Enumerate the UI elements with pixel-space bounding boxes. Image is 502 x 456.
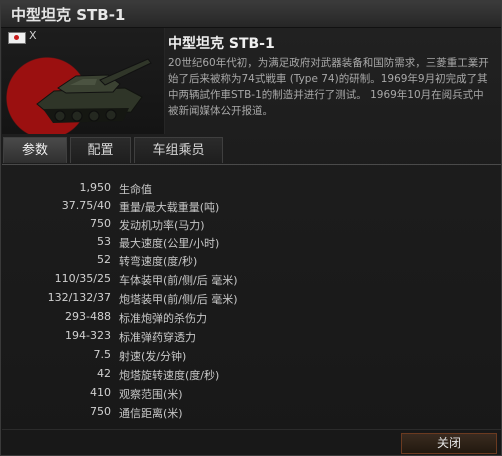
stat-row: 194-323 标准弹药穿透力 (2, 327, 501, 346)
close-button[interactable]: 关闭 (401, 433, 497, 454)
stat-value: 52 (97, 253, 111, 266)
stat-label: 发动机功率(马力) (119, 219, 205, 232)
stat-label: 观察范围(米) (119, 388, 183, 401)
stats-list: 1,950 生命值 37.75/40 重量/最大载重量(吨) 750 发动机功率… (2, 165, 501, 427)
stat-value: 7.5 (93, 348, 112, 361)
stat-row: 110/35/25 车体装甲(前/侧/后 毫米) (2, 270, 501, 289)
stat-label: 射速(发/分钟) (119, 350, 187, 363)
window-title: 中型坦克 STB-1 (11, 6, 126, 24)
stat-value: 293-488 (65, 310, 111, 323)
stat-value: 132/132/37 (47, 291, 111, 304)
stat-label: 最大速度(公里/小时) (119, 237, 220, 250)
tab-configuration[interactable]: 配置 (70, 137, 131, 163)
footer: 关闭 (2, 429, 501, 456)
stat-row: 132/132/37 炮塔装甲(前/侧/后 毫米) (2, 289, 501, 308)
stat-label: 标准弹药穿透力 (119, 331, 196, 344)
title-bar[interactable]: 中型坦克 STB-1 (1, 1, 501, 28)
stat-value: 53 (97, 235, 111, 248)
tank-icon (36, 58, 152, 123)
stat-row: 53 最大速度(公里/小时) (2, 233, 501, 252)
stat-label: 炮塔装甲(前/侧/后 毫米) (119, 293, 238, 306)
stat-label: 生命值 (119, 183, 152, 196)
stat-row: 750 通信距离(米) (2, 403, 501, 422)
stat-value: 42 (97, 367, 111, 380)
stat-label: 标准炮弹的杀伤力 (119, 312, 207, 325)
stat-label: 重量/最大载重量(吨) (119, 201, 220, 214)
vehicle-description: 20世纪60年代初，为满足政府对武器装备和国防需求，三菱重工業开始了后来被称为7… (168, 57, 489, 117)
stat-row: 37.75/40 重量/最大载重量(吨) (2, 197, 501, 216)
vehicle-info-window: 中型坦克 STB-1 X 中型坦克 STB-1 20世纪60年代初，为满足政府对… (0, 0, 502, 456)
stat-value: 194-323 (65, 329, 111, 342)
tab-bar: 参数 配置 车组乘员 (2, 137, 501, 165)
stat-row: 42 炮塔旋转速度(度/秒) (2, 365, 501, 384)
vehicle-header: X 中型坦克 STB-1 20世纪60年代初，为满足政府对武器装备和国防需求，三… (2, 28, 501, 134)
stat-label: 炮塔旋转速度(度/秒) (119, 369, 220, 382)
stat-row: 410 观察范围(米) (2, 384, 501, 403)
vehicle-name: 中型坦克 STB-1 (168, 36, 275, 52)
tab-parameters[interactable]: 参数 (3, 137, 67, 163)
stat-row: 7.5 射速(发/分钟) (2, 346, 501, 365)
stat-label: 通信距离(米) (119, 407, 183, 420)
stat-value: 410 (90, 386, 111, 399)
stat-label: 转弯速度(度/秒) (119, 255, 198, 268)
stat-value: 750 (90, 405, 111, 418)
stat-label: 车体装甲(前/侧/后 毫米) (119, 274, 238, 287)
tier-label: X (29, 29, 37, 42)
stat-value: 37.75/40 (61, 199, 111, 212)
stat-value: 110/35/25 (54, 272, 111, 285)
japan-flag-icon (8, 32, 26, 44)
stat-row: 750 发动机功率(马力) (2, 215, 501, 234)
stat-value: 750 (90, 217, 111, 230)
stat-row: 293-488 标准炮弹的杀伤力 (2, 308, 501, 327)
stat-row: 1,950 生命值 (2, 179, 501, 198)
tank-image: X (2, 28, 165, 134)
stat-row: 52 转弯速度(度/秒) (2, 251, 501, 270)
stat-value: 1,950 (79, 181, 112, 194)
tab-crew[interactable]: 车组乘员 (134, 137, 223, 163)
